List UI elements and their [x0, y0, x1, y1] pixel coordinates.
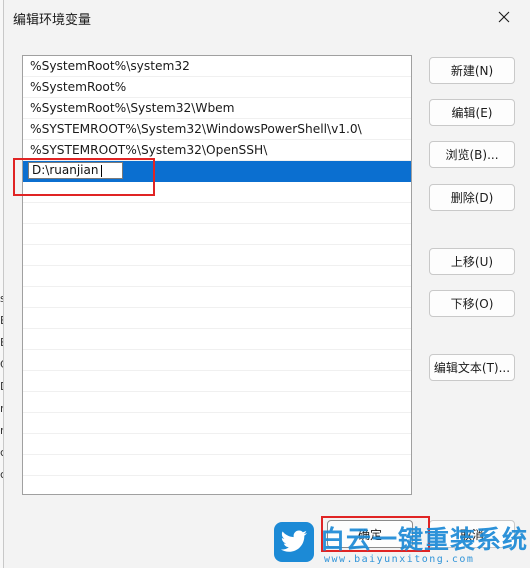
close-button[interactable]: [483, 0, 525, 34]
text-caret: [101, 164, 103, 177]
edit-environment-variable-dialog: 编辑环境变量 %SystemRoot%\system32 %SystemRoot…: [3, 0, 530, 568]
list-item[interactable]: %SystemRoot%\System32\Wbem: [23, 98, 411, 119]
ok-button[interactable]: 确定: [327, 520, 413, 548]
list-item[interactable]: [23, 455, 411, 476]
list-item[interactable]: %SystemRoot%\system32: [23, 56, 411, 77]
list-item-selected[interactable]: D:\ruanjian: [23, 161, 411, 182]
list-item[interactable]: [23, 224, 411, 245]
move-down-button[interactable]: 下移(O): [429, 290, 515, 317]
list-item[interactable]: [23, 203, 411, 224]
edit-text-button[interactable]: 编辑文本(T)...: [429, 354, 515, 381]
list-item[interactable]: [23, 329, 411, 350]
cancel-button[interactable]: 取消: [429, 520, 515, 548]
delete-button[interactable]: 删除(D): [429, 184, 515, 211]
list-item[interactable]: [23, 413, 411, 434]
path-edit-value: D:\ruanjian: [32, 163, 99, 177]
new-button[interactable]: 新建(N): [429, 57, 515, 84]
list-item[interactable]: [23, 434, 411, 455]
dialog-title: 编辑环境变量: [13, 13, 92, 28]
list-item[interactable]: [23, 350, 411, 371]
path-edit-input[interactable]: D:\ruanjian: [28, 162, 123, 179]
list-item[interactable]: %SystemRoot%: [23, 77, 411, 98]
list-item[interactable]: [23, 182, 411, 203]
title-bar[interactable]: 编辑环境变量: [4, 0, 530, 34]
close-icon: [498, 11, 510, 23]
list-item[interactable]: [23, 287, 411, 308]
list-item[interactable]: %SYSTEMROOT%\System32\OpenSSH\: [23, 140, 411, 161]
list-item[interactable]: [23, 308, 411, 329]
list-item[interactable]: [23, 266, 411, 287]
list-item[interactable]: [23, 245, 411, 266]
move-up-button[interactable]: 上移(U): [429, 248, 515, 275]
list-item[interactable]: %SYSTEMROOT%\System32\WindowsPowerShell\…: [23, 119, 411, 140]
edit-button[interactable]: 编辑(E): [429, 99, 515, 126]
browse-button[interactable]: 浏览(B)...: [429, 141, 515, 168]
path-list[interactable]: %SystemRoot%\system32 %SystemRoot% %Syst…: [22, 55, 412, 495]
list-item[interactable]: [23, 371, 411, 392]
list-item[interactable]: [23, 392, 411, 413]
